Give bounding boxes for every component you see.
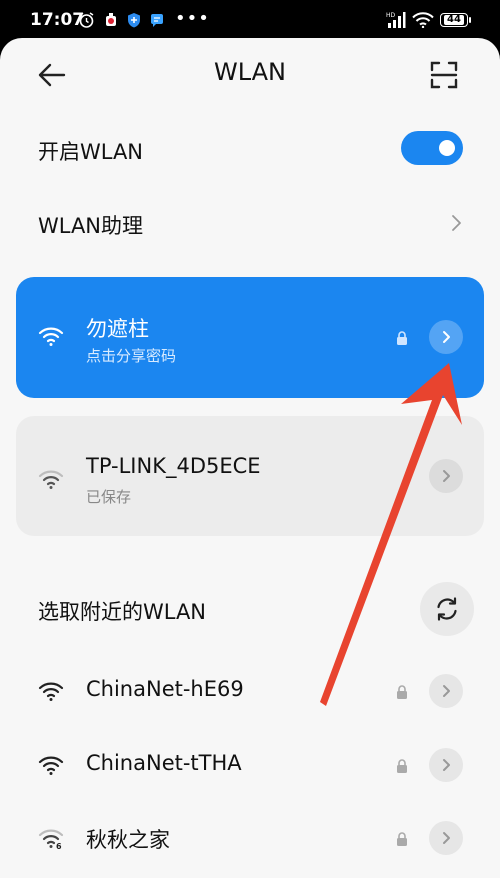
connected-network-name: 勿遮柱 (86, 317, 149, 341)
chevron-right-icon (443, 331, 450, 343)
page-title: WLAN (213, 58, 287, 86)
wlan-assistant-label[interactable]: WLAN助理 (38, 210, 143, 240)
network-details-button[interactable] (429, 821, 463, 855)
toggle-knob (439, 140, 455, 156)
chevron-right-icon (443, 470, 450, 482)
lock-icon (396, 758, 408, 773)
shield-app-icon (127, 12, 141, 28)
saved-network-card[interactable]: TP-LINK_4D5ECE 已保存 (16, 416, 484, 536)
wifi-6-signal-icon: 6 (38, 827, 64, 851)
wifi-signal-weak-icon (38, 468, 64, 490)
lock-icon (396, 330, 408, 345)
wifi-icon (412, 12, 434, 29)
wifi-signal-icon (38, 680, 64, 702)
share-password-hint[interactable]: 点击分享密码 (86, 345, 176, 366)
network-details-button[interactable] (429, 674, 463, 708)
battery-level: 44 (444, 15, 464, 25)
lock-icon (396, 831, 408, 846)
message-app-icon (150, 12, 164, 28)
status-time: 17:07 (30, 10, 85, 30)
enable-wlan-label: 开启WLAN (38, 140, 144, 164)
svg-text:HD: HD (386, 12, 396, 19)
wifi-signal-icon (38, 754, 64, 776)
saved-status: 已保存 (86, 488, 132, 506)
saved-network-name: TP-LINK_4D5ECE (86, 454, 261, 478)
network-details-button[interactable] (429, 320, 463, 354)
wlan-settings-page: WLAN 开启WLAN WLAN助理 勿遮柱 点击分享密码 TP-LINK_4D… (0, 38, 500, 878)
network-name: ChinaNet-hE69 (86, 677, 244, 701)
network-name: ChinaNet-tTHA (86, 751, 242, 775)
network-name: 秋秋之家 (86, 828, 170, 852)
signal-icon: HD (386, 10, 406, 30)
refresh-icon (437, 597, 457, 621)
network-list-item[interactable]: 6 秋秋之家 (0, 810, 500, 866)
more-notifications-icon: ••• (175, 8, 210, 29)
chevron-right-icon[interactable] (449, 213, 463, 233)
back-arrow-icon[interactable] (34, 60, 70, 90)
nearby-networks-title: 选取附近的WLAN (38, 600, 207, 624)
battery-icon: 44 (440, 13, 471, 27)
network-details-button[interactable] (429, 748, 463, 782)
wifi-signal-icon (38, 325, 64, 347)
refresh-button[interactable] (420, 582, 474, 636)
network-details-button[interactable] (429, 459, 463, 493)
alarm-icon (78, 12, 95, 28)
app-notification-icon (103, 12, 119, 28)
enable-wlan-toggle[interactable] (401, 131, 463, 165)
wifi-6-badge: 6 (56, 842, 62, 849)
lock-icon (396, 684, 408, 699)
chevron-right-icon (443, 685, 450, 697)
network-list-item[interactable]: ChinaNet-hE69 (0, 663, 500, 719)
connected-network-card[interactable]: 勿遮柱 点击分享密码 (16, 277, 484, 398)
chevron-right-icon (443, 759, 450, 771)
chevron-right-icon (443, 832, 450, 844)
status-bar: 17:07 ••• HD 44 (0, 0, 500, 40)
scan-icon[interactable] (427, 58, 461, 92)
network-list-item[interactable]: ChinaNet-tTHA (0, 737, 500, 793)
battery-tip (469, 17, 471, 23)
